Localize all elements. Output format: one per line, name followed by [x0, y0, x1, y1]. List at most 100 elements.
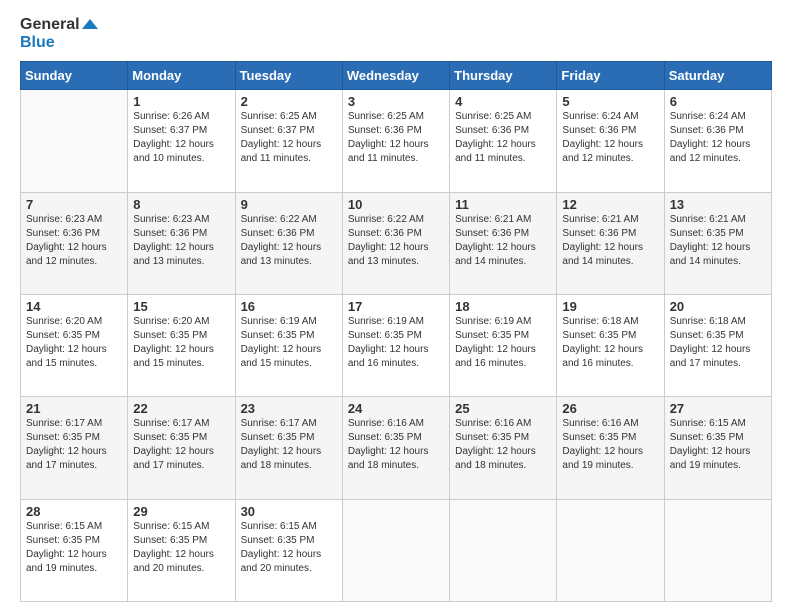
day-info: Sunrise: 6:15 AM Sunset: 6:35 PM Dayligh… [133, 520, 229, 576]
calendar-cell: 1Sunrise: 6:26 AM Sunset: 6:37 PM Daylig… [128, 90, 235, 192]
calendar-cell: 17Sunrise: 6:19 AM Sunset: 6:35 PM Dayli… [342, 294, 449, 396]
day-number: 25 [455, 401, 551, 416]
weekday-header-monday: Monday [128, 62, 235, 90]
logo: General Blue [20, 16, 98, 51]
day-info: Sunrise: 6:18 AM Sunset: 6:35 PM Dayligh… [562, 315, 658, 371]
day-info: Sunrise: 6:23 AM Sunset: 6:36 PM Dayligh… [26, 213, 122, 269]
day-info: Sunrise: 6:16 AM Sunset: 6:35 PM Dayligh… [455, 417, 551, 473]
day-number: 21 [26, 401, 122, 416]
week-row-1: 1Sunrise: 6:26 AM Sunset: 6:37 PM Daylig… [21, 90, 772, 192]
day-number: 24 [348, 401, 444, 416]
calendar-cell: 8Sunrise: 6:23 AM Sunset: 6:36 PM Daylig… [128, 192, 235, 294]
calendar-cell: 2Sunrise: 6:25 AM Sunset: 6:37 PM Daylig… [235, 90, 342, 192]
day-info: Sunrise: 6:25 AM Sunset: 6:36 PM Dayligh… [455, 110, 551, 166]
day-number: 16 [241, 299, 337, 314]
header: General Blue [20, 16, 772, 51]
day-info: Sunrise: 6:17 AM Sunset: 6:35 PM Dayligh… [241, 417, 337, 473]
calendar-cell: 7Sunrise: 6:23 AM Sunset: 6:36 PM Daylig… [21, 192, 128, 294]
week-row-4: 21Sunrise: 6:17 AM Sunset: 6:35 PM Dayli… [21, 397, 772, 499]
calendar-cell: 20Sunrise: 6:18 AM Sunset: 6:35 PM Dayli… [664, 294, 771, 396]
weekday-header-row: SundayMondayTuesdayWednesdayThursdayFrid… [21, 62, 772, 90]
day-number: 2 [241, 94, 337, 109]
day-info: Sunrise: 6:24 AM Sunset: 6:36 PM Dayligh… [562, 110, 658, 166]
day-number: 23 [241, 401, 337, 416]
calendar-cell: 22Sunrise: 6:17 AM Sunset: 6:35 PM Dayli… [128, 397, 235, 499]
day-info: Sunrise: 6:24 AM Sunset: 6:36 PM Dayligh… [670, 110, 766, 166]
calendar-cell: 5Sunrise: 6:24 AM Sunset: 6:36 PM Daylig… [557, 90, 664, 192]
day-info: Sunrise: 6:20 AM Sunset: 6:35 PM Dayligh… [133, 315, 229, 371]
calendar-cell: 4Sunrise: 6:25 AM Sunset: 6:36 PM Daylig… [450, 90, 557, 192]
calendar-cell: 27Sunrise: 6:15 AM Sunset: 6:35 PM Dayli… [664, 397, 771, 499]
logo-text-block: General Blue [20, 16, 98, 51]
day-number: 5 [562, 94, 658, 109]
day-number: 11 [455, 197, 551, 212]
day-number: 30 [241, 504, 337, 519]
calendar-cell [21, 90, 128, 192]
day-info: Sunrise: 6:25 AM Sunset: 6:36 PM Dayligh… [348, 110, 444, 166]
calendar-cell: 10Sunrise: 6:22 AM Sunset: 6:36 PM Dayli… [342, 192, 449, 294]
day-number: 26 [562, 401, 658, 416]
day-info: Sunrise: 6:19 AM Sunset: 6:35 PM Dayligh… [241, 315, 337, 371]
day-number: 27 [670, 401, 766, 416]
day-info: Sunrise: 6:16 AM Sunset: 6:35 PM Dayligh… [562, 417, 658, 473]
page: General Blue SundayMondayTuesdayWednesda… [0, 0, 792, 612]
weekday-header-wednesday: Wednesday [342, 62, 449, 90]
day-info: Sunrise: 6:22 AM Sunset: 6:36 PM Dayligh… [241, 213, 337, 269]
calendar-cell [664, 499, 771, 601]
calendar-cell: 21Sunrise: 6:17 AM Sunset: 6:35 PM Dayli… [21, 397, 128, 499]
day-number: 17 [348, 299, 444, 314]
calendar-cell: 23Sunrise: 6:17 AM Sunset: 6:35 PM Dayli… [235, 397, 342, 499]
day-info: Sunrise: 6:18 AM Sunset: 6:35 PM Dayligh… [670, 315, 766, 371]
day-number: 19 [562, 299, 658, 314]
calendar-table: SundayMondayTuesdayWednesdayThursdayFrid… [20, 61, 772, 602]
day-number: 4 [455, 94, 551, 109]
day-number: 8 [133, 197, 229, 212]
day-info: Sunrise: 6:19 AM Sunset: 6:35 PM Dayligh… [348, 315, 444, 371]
day-number: 10 [348, 197, 444, 212]
day-info: Sunrise: 6:15 AM Sunset: 6:35 PM Dayligh… [670, 417, 766, 473]
calendar-cell: 29Sunrise: 6:15 AM Sunset: 6:35 PM Dayli… [128, 499, 235, 601]
calendar-cell [450, 499, 557, 601]
day-number: 20 [670, 299, 766, 314]
day-number: 15 [133, 299, 229, 314]
day-info: Sunrise: 6:25 AM Sunset: 6:37 PM Dayligh… [241, 110, 337, 166]
week-row-5: 28Sunrise: 6:15 AM Sunset: 6:35 PM Dayli… [21, 499, 772, 601]
day-info: Sunrise: 6:16 AM Sunset: 6:35 PM Dayligh… [348, 417, 444, 473]
weekday-header-thursday: Thursday [450, 62, 557, 90]
calendar-cell: 18Sunrise: 6:19 AM Sunset: 6:35 PM Dayli… [450, 294, 557, 396]
day-info: Sunrise: 6:19 AM Sunset: 6:35 PM Dayligh… [455, 315, 551, 371]
calendar-cell: 12Sunrise: 6:21 AM Sunset: 6:36 PM Dayli… [557, 192, 664, 294]
calendar-cell: 3Sunrise: 6:25 AM Sunset: 6:36 PM Daylig… [342, 90, 449, 192]
day-number: 22 [133, 401, 229, 416]
day-info: Sunrise: 6:21 AM Sunset: 6:36 PM Dayligh… [562, 213, 658, 269]
day-info: Sunrise: 6:21 AM Sunset: 6:36 PM Dayligh… [455, 213, 551, 269]
weekday-header-saturday: Saturday [664, 62, 771, 90]
logo-blue: Blue [20, 34, 98, 52]
day-number: 7 [26, 197, 122, 212]
logo-general: General [20, 16, 98, 34]
calendar-cell: 6Sunrise: 6:24 AM Sunset: 6:36 PM Daylig… [664, 90, 771, 192]
day-number: 29 [133, 504, 229, 519]
day-number: 18 [455, 299, 551, 314]
day-info: Sunrise: 6:17 AM Sunset: 6:35 PM Dayligh… [26, 417, 122, 473]
day-number: 1 [133, 94, 229, 109]
calendar-cell: 9Sunrise: 6:22 AM Sunset: 6:36 PM Daylig… [235, 192, 342, 294]
day-info: Sunrise: 6:20 AM Sunset: 6:35 PM Dayligh… [26, 315, 122, 371]
calendar-cell: 15Sunrise: 6:20 AM Sunset: 6:35 PM Dayli… [128, 294, 235, 396]
day-info: Sunrise: 6:17 AM Sunset: 6:35 PM Dayligh… [133, 417, 229, 473]
calendar-cell [557, 499, 664, 601]
day-info: Sunrise: 6:21 AM Sunset: 6:35 PM Dayligh… [670, 213, 766, 269]
calendar-cell: 25Sunrise: 6:16 AM Sunset: 6:35 PM Dayli… [450, 397, 557, 499]
calendar-cell [342, 499, 449, 601]
weekday-header-tuesday: Tuesday [235, 62, 342, 90]
calendar-cell: 24Sunrise: 6:16 AM Sunset: 6:35 PM Dayli… [342, 397, 449, 499]
calendar-cell: 13Sunrise: 6:21 AM Sunset: 6:35 PM Dayli… [664, 192, 771, 294]
day-number: 14 [26, 299, 122, 314]
calendar-cell: 19Sunrise: 6:18 AM Sunset: 6:35 PM Dayli… [557, 294, 664, 396]
day-number: 9 [241, 197, 337, 212]
calendar-cell: 26Sunrise: 6:16 AM Sunset: 6:35 PM Dayli… [557, 397, 664, 499]
day-info: Sunrise: 6:22 AM Sunset: 6:36 PM Dayligh… [348, 213, 444, 269]
week-row-2: 7Sunrise: 6:23 AM Sunset: 6:36 PM Daylig… [21, 192, 772, 294]
day-info: Sunrise: 6:23 AM Sunset: 6:36 PM Dayligh… [133, 213, 229, 269]
day-info: Sunrise: 6:15 AM Sunset: 6:35 PM Dayligh… [26, 520, 122, 576]
